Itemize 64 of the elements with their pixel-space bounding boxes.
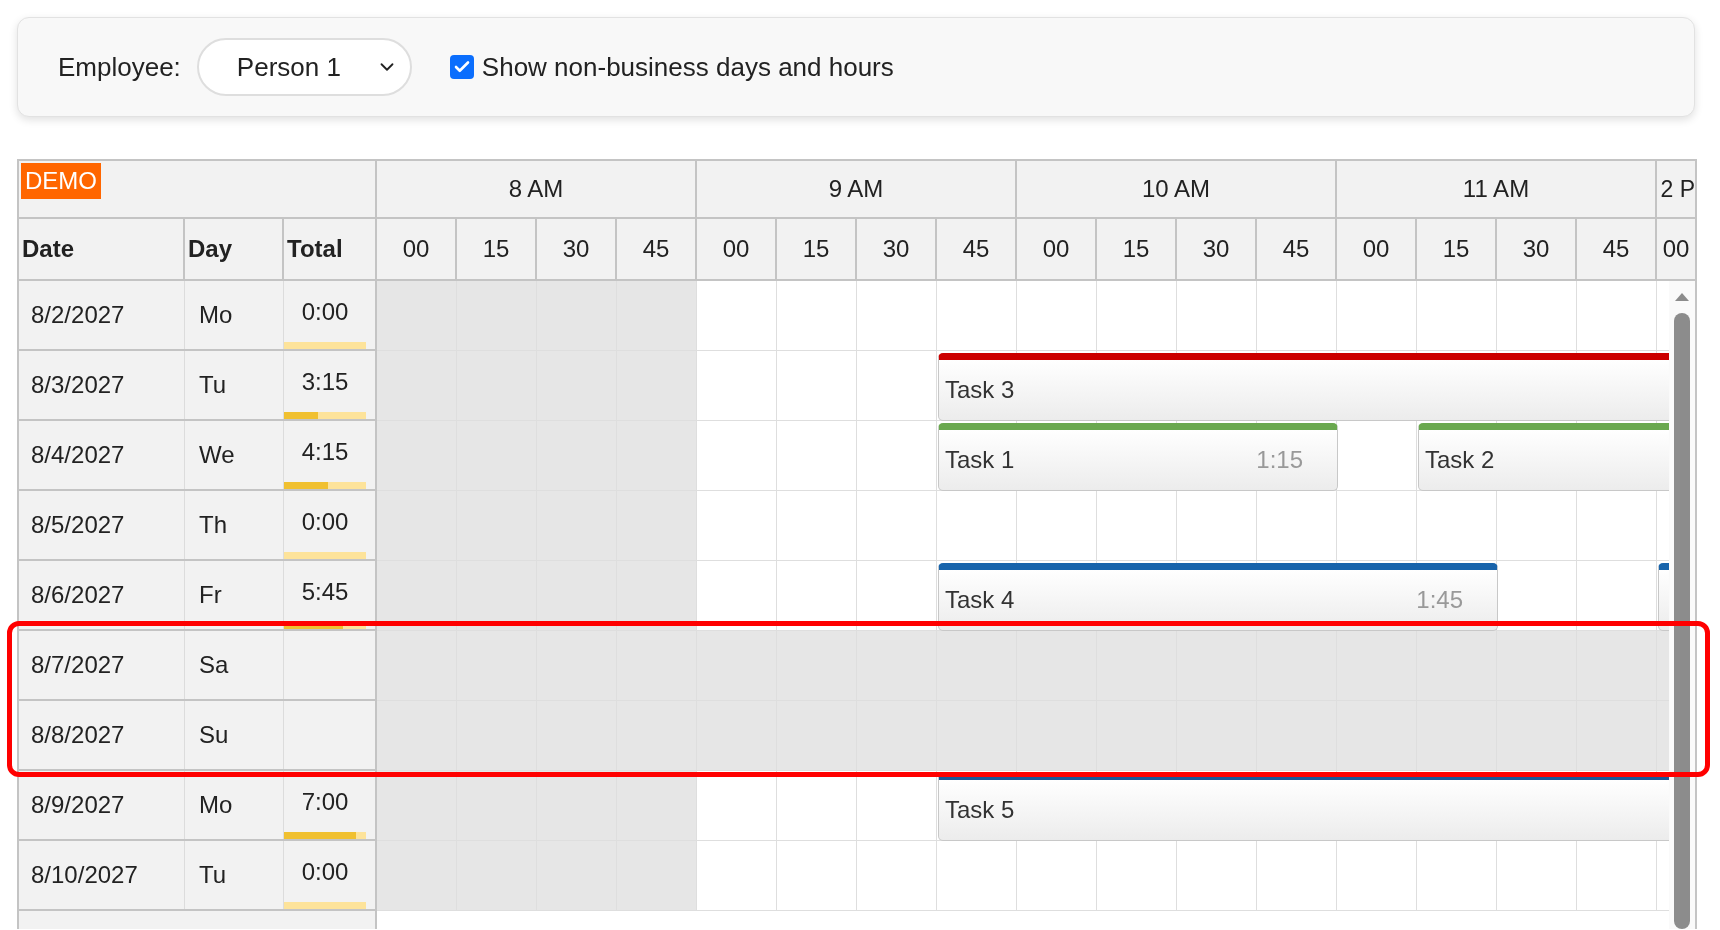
hour-header: 10 AM <box>1017 161 1337 219</box>
total-hours: 0:00 <box>300 296 350 327</box>
minute-header: 00 <box>377 219 457 281</box>
table-cell: Su <box>185 701 284 769</box>
hour-header: 9 AM <box>697 161 1017 219</box>
table-cell: 8/6/2027 <box>19 561 185 629</box>
table-cell: 8/2/2027 <box>19 281 185 349</box>
table-cell: Mo <box>185 281 284 349</box>
employee-dropdown[interactable]: Person 1 <box>196 38 412 96</box>
minute-header: 00 <box>1657 219 1697 281</box>
table-cell: 8/8/2027 <box>19 701 185 769</box>
task-duration: 1:45 <box>1416 585 1463 615</box>
table-cell: 8/4/2027 <box>19 421 185 489</box>
task-bar[interactable]: Task 2 <box>1418 423 1669 491</box>
table-cell: Th <box>185 491 284 559</box>
table-cell: 8/5/2027 <box>19 491 185 559</box>
minute-header: 45 <box>1257 219 1337 281</box>
minute-header: 30 <box>857 219 937 281</box>
task-bar[interactable]: Task 4 1:45 <box>938 563 1498 631</box>
minute-header: 15 <box>457 219 537 281</box>
hour-header: 11 AM <box>1337 161 1657 219</box>
task-bar[interactable]: Task 1 1:15 <box>938 423 1338 491</box>
column-header: Day <box>185 219 284 281</box>
minute-header: 30 <box>1497 219 1577 281</box>
minute-header: 30 <box>1177 219 1257 281</box>
scrollbar[interactable] <box>1669 281 1697 929</box>
checkbox[interactable] <box>449 55 474 79</box>
minute-header: 45 <box>937 219 1017 281</box>
table-cell: 8/7/2027 <box>19 631 185 699</box>
total-hours: 0:00 <box>300 506 350 537</box>
total-hours: 3:15 <box>300 366 350 397</box>
total-hours: 7:00 <box>300 786 350 817</box>
total-hours: 0:00 <box>300 856 350 887</box>
scrollbar-thumb[interactable] <box>1674 313 1690 929</box>
total-hours: 5:45 <box>300 576 350 607</box>
table-cell: 8/3/2027 <box>19 351 185 419</box>
employee-label: Employee: <box>58 50 181 84</box>
minute-header: 30 <box>537 219 617 281</box>
minute-header: 15 <box>1417 219 1497 281</box>
column-header: Total <box>284 219 377 281</box>
minute-header: 15 <box>1097 219 1177 281</box>
show-non-business-checkbox[interactable]: Show non-business days and hours <box>449 47 894 87</box>
minute-header: 15 <box>777 219 857 281</box>
table-cell: 8/9/2027 <box>19 771 185 839</box>
hour-header: 8 AM <box>377 161 697 219</box>
minute-header: 45 <box>617 219 697 281</box>
minute-header: 00 <box>1017 219 1097 281</box>
column-header: Date <box>19 219 185 281</box>
minute-header: 00 <box>1337 219 1417 281</box>
minute-header: 45 <box>1577 219 1657 281</box>
table-cell: We <box>185 421 284 489</box>
task-duration: 1:15 <box>1256 445 1303 475</box>
demo-badge: DEMO <box>21 163 101 199</box>
table-cell: 8/10/2027 <box>19 841 185 909</box>
table-cell: Tu <box>185 841 284 909</box>
table-cell: Sa <box>185 631 284 699</box>
total-hours: 4:15 <box>300 436 350 467</box>
hour-header: 2 P <box>1657 161 1697 219</box>
table-cell: Fr <box>185 561 284 629</box>
scroll-up-icon[interactable] <box>1675 293 1689 301</box>
table-cell: Mo <box>185 771 284 839</box>
task-bar[interactable]: Task 3 <box>938 353 1669 421</box>
table-cell: Tu <box>185 351 284 419</box>
minute-header: 00 <box>697 219 777 281</box>
